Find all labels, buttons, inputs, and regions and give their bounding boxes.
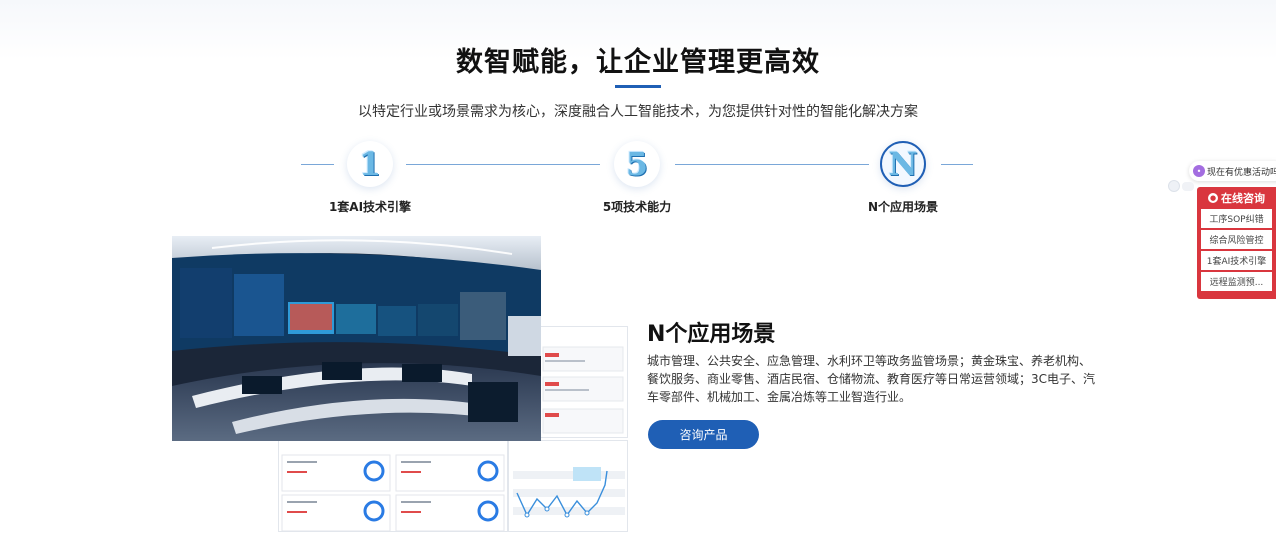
widget-handle[interactable]	[1182, 182, 1194, 191]
control-room-graphic	[172, 236, 541, 441]
online-consult-header[interactable]: ● 在线咨询	[1201, 187, 1272, 209]
step-label-capabilities[interactable]: 5项技术能力	[557, 198, 717, 215]
page-subtitle: 以特定行业或场景需求为核心，深度融合人工智能技术，为您提供针对性的智能化解决方案	[358, 104, 918, 120]
consult-product-button[interactable]: 咨询产品	[648, 420, 759, 449]
title-underline	[615, 85, 661, 88]
page-title: 数智赋能，让企业管理更高效	[456, 47, 820, 78]
dashboard-trend-graphic	[513, 467, 625, 518]
step-label-scenarios[interactable]: N个应用场景	[823, 198, 983, 215]
timeline-line	[675, 164, 869, 165]
dashboard-list-panel	[536, 326, 628, 438]
scenario-description: 城市管理、公共安全、应急管理、水利环卫等政务监管场景；黄金珠宝、养老机构、餐饮服…	[647, 354, 1096, 404]
step-5-icon[interactable]: 5	[614, 141, 660, 187]
control-room-photo	[172, 236, 541, 441]
timeline-line	[301, 164, 334, 165]
promo-text: 现在有优惠活动吗	[1207, 167, 1276, 178]
step-n-icon[interactable]: N	[880, 141, 926, 187]
consult-item-monitor[interactable]: 远程监测预...	[1201, 272, 1272, 291]
timeline-line	[941, 164, 973, 165]
dashboard-stats-panel	[278, 440, 508, 532]
online-consult-title: 在线咨询	[1221, 192, 1265, 205]
dashboard-list-graphic	[542, 346, 624, 434]
step-label-engine[interactable]: 1套AI技术引擎	[290, 198, 450, 215]
dashboard-stats-graphic	[281, 454, 505, 532]
consult-item-engine[interactable]: 1套AI技术引擎	[1201, 251, 1272, 270]
consult-item-sop[interactable]: 工序SOP纠错	[1201, 209, 1272, 228]
timeline-line	[406, 164, 600, 165]
online-consult-panel: ● 在线咨询 工序SOP纠错 综合风险管控 1套AI技术引擎 远程监测预...	[1197, 187, 1276, 299]
promo-bubble[interactable]: • 现在有优惠活动吗	[1189, 161, 1276, 181]
consult-item-risk[interactable]: 综合风险管控	[1201, 230, 1272, 249]
chat-bubble-icon: •	[1193, 165, 1205, 177]
step-1-icon[interactable]: 1	[347, 141, 393, 187]
widget-handle-dot[interactable]	[1168, 180, 1180, 192]
scenario-title: N个应用场景	[647, 322, 776, 347]
dashboard-trend-panel	[508, 440, 628, 532]
chat-icon: ●	[1208, 193, 1218, 203]
